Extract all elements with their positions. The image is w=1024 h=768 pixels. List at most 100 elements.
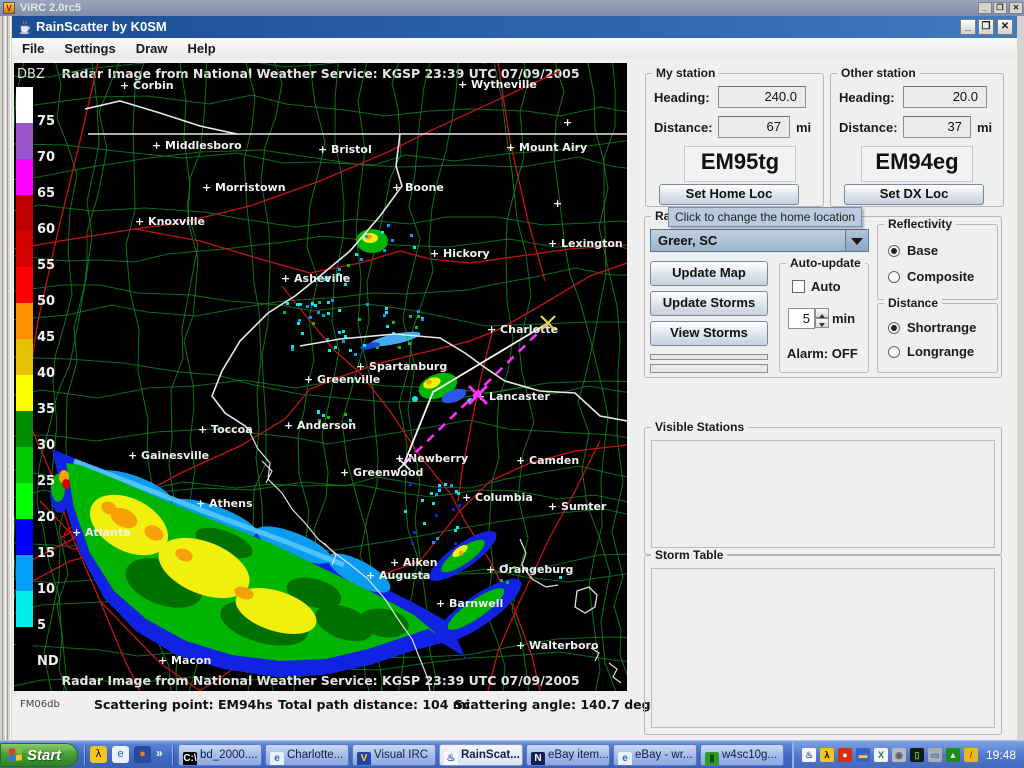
netscape-icon[interactable]: N — [531, 752, 545, 766]
city-label-greenwood: + Greenwood — [340, 466, 423, 479]
rainscatter-window: RainScatter by K0SM _ ❐ ✕ FileSettingsDr… — [12, 16, 1017, 740]
app-maximize-button[interactable]: ❐ — [978, 19, 994, 35]
city-label-spartanburg: + Spartanburg — [356, 360, 447, 373]
my-distance-field[interactable]: 67 — [718, 116, 790, 138]
auto-checkbox-label: Auto — [811, 279, 841, 294]
gold-brush-icon[interactable]: / — [964, 748, 978, 762]
task-button-ebay-wr[interactable]: eeBay - wr... — [613, 744, 697, 766]
start-button-label: Start — [27, 747, 61, 764]
spinner-down-icon[interactable] — [815, 318, 829, 328]
aim-icon[interactable]: λ — [820, 748, 834, 762]
virc-restore-button[interactable]: ❐ — [993, 2, 1007, 14]
menu-file[interactable]: File — [12, 38, 54, 56]
city-label-augusta: + Augusta — [366, 569, 430, 582]
menu-draw[interactable]: Draw — [126, 38, 178, 56]
other-heading-label: Heading: — [839, 90, 895, 105]
menu-help[interactable]: Help — [178, 38, 226, 56]
base-radio[interactable] — [888, 245, 900, 257]
volume-icon[interactable]: ◉ — [892, 748, 906, 762]
task-button-bd-2000[interactable]: C:\bd_2000.... — [178, 744, 262, 766]
dbz-block-20 — [16, 483, 33, 519]
radar-station-select[interactable]: Greer, SC — [650, 229, 869, 252]
task-button-rainscat[interactable]: ♨RainScat... — [439, 744, 523, 766]
excel-icon[interactable]: X — [874, 748, 888, 762]
spinner-up-icon[interactable] — [815, 308, 829, 318]
task-button-charlotte[interactable]: eCharlotte... — [265, 744, 349, 766]
update-storms-button[interactable]: Update Storms — [650, 291, 768, 316]
view-storms-button[interactable]: View Storms — [650, 321, 768, 346]
task-button-label: bd_2000.... — [200, 749, 258, 761]
firefox-icon[interactable]: ● — [134, 746, 151, 763]
other-distance-unit: mi — [977, 120, 992, 135]
aim-icon[interactable]: λ — [90, 746, 107, 763]
other-distance-label: Distance: — [839, 120, 898, 135]
dbz-label-40: 40 — [37, 366, 67, 381]
auto-checkbox[interactable] — [792, 280, 805, 293]
app-close-button[interactable]: ✕ — [997, 19, 1013, 35]
my-distance-label: Distance: — [654, 120, 713, 135]
my-heading-field[interactable]: 240.0 — [718, 86, 806, 108]
command-prompt-icon[interactable]: C:\ — [183, 752, 197, 766]
virc-minimize-button[interactable]: _ — [978, 2, 992, 14]
java-icon[interactable]: ♨ — [802, 748, 816, 762]
set-dx-loc-button[interactable]: Set DX Loc — [844, 184, 984, 205]
reflectivity-title: Reflectivity — [884, 217, 956, 231]
internet-explorer-icon[interactable]: e — [112, 746, 129, 763]
task-button-w4sc10g[interactable]: ▮w4sc10g... — [700, 744, 784, 766]
visible-stations-list[interactable] — [651, 440, 995, 548]
scatter-point-status: Scattering point: EM94hs — [94, 697, 273, 712]
city-label-gainesville: + Gainesville — [128, 449, 209, 462]
longrange-radio-label: Longrange — [907, 344, 974, 359]
green-tree-icon[interactable]: ▲ — [946, 748, 960, 762]
start-button[interactable]: Start — [0, 743, 78, 767]
print-device-icon[interactable]: ▭ — [928, 748, 942, 762]
shortrange-radio[interactable] — [888, 322, 900, 334]
progress-bar-bottom — [650, 364, 768, 373]
chevron-down-icon[interactable] — [845, 230, 868, 251]
storm-table-title: Storm Table — [651, 548, 727, 562]
phone-icon[interactable]: ▯ — [910, 748, 924, 762]
network-display-icon[interactable]: ▬ — [856, 748, 870, 762]
chart-icon[interactable]: ▮ — [705, 752, 719, 766]
java-icon[interactable]: ♨ — [444, 752, 458, 766]
virc-icon[interactable]: V — [357, 752, 371, 766]
virc-close-button[interactable]: ✕ — [1009, 2, 1023, 14]
city-label-asheville: + Asheville — [281, 272, 350, 285]
task-button-ebay-item[interactable]: NeBay item... — [526, 744, 610, 766]
dbz-block-15 — [16, 519, 33, 555]
other-station-title: Other station — [837, 66, 920, 80]
interval-spinner-value[interactable]: 5 — [788, 308, 815, 329]
city-label-wytheville: + Wytheville — [458, 78, 537, 91]
shortrange-radio-label: Shortrange — [907, 320, 976, 335]
other-distance-field[interactable]: 37 — [903, 116, 971, 138]
dbz-block-ND — [16, 627, 33, 663]
update-map-button[interactable]: Update Map — [650, 261, 768, 286]
other-heading-field[interactable]: 20.0 — [903, 86, 987, 108]
storm-table-list[interactable] — [651, 568, 995, 728]
dbz-block-10 — [16, 555, 33, 591]
menu-settings[interactable]: Settings — [54, 38, 125, 56]
dbz-label-35: 35 — [37, 402, 67, 417]
main-content: Radar Image from National Weather Servic… — [12, 59, 1017, 740]
app-minimize-button[interactable]: _ — [960, 19, 976, 35]
city-label-athens: + Athens — [196, 497, 253, 510]
red-disc-icon[interactable]: ● — [838, 748, 852, 762]
visible-stations-group: Visible Stations — [644, 427, 1002, 555]
composite-radio[interactable] — [888, 271, 900, 283]
dbz-label-5: 5 — [37, 618, 67, 633]
longrange-radio[interactable] — [888, 346, 900, 358]
city-label-hickory: + Hickory — [430, 247, 490, 260]
radar-map[interactable]: Radar Image from National Weather Servic… — [14, 63, 627, 691]
task-button-visual-irc[interactable]: VVisual IRC — [352, 744, 436, 766]
set-home-loc-button[interactable]: Set Home Loc — [659, 184, 799, 205]
city-label-aiken: + Aiken — [390, 556, 438, 569]
own-grid-label: FM06db — [20, 699, 60, 710]
app-title: RainScatter by K0SM — [36, 16, 167, 38]
radar-map-canvas[interactable]: + Corbin+ Wytheville+ Middlesboro+ Brist… — [14, 63, 627, 691]
quick-launch-overflow-chevron[interactable]: » — [156, 746, 163, 760]
internet-explorer-icon[interactable]: e — [618, 752, 632, 766]
internet-explorer-icon[interactable]: e — [270, 752, 284, 766]
city-label-middlesboro: + Middlesboro — [152, 139, 242, 152]
path-distance-status: Total path distance: 104 mi — [278, 697, 470, 712]
map-plus-marker: + — [563, 116, 572, 129]
